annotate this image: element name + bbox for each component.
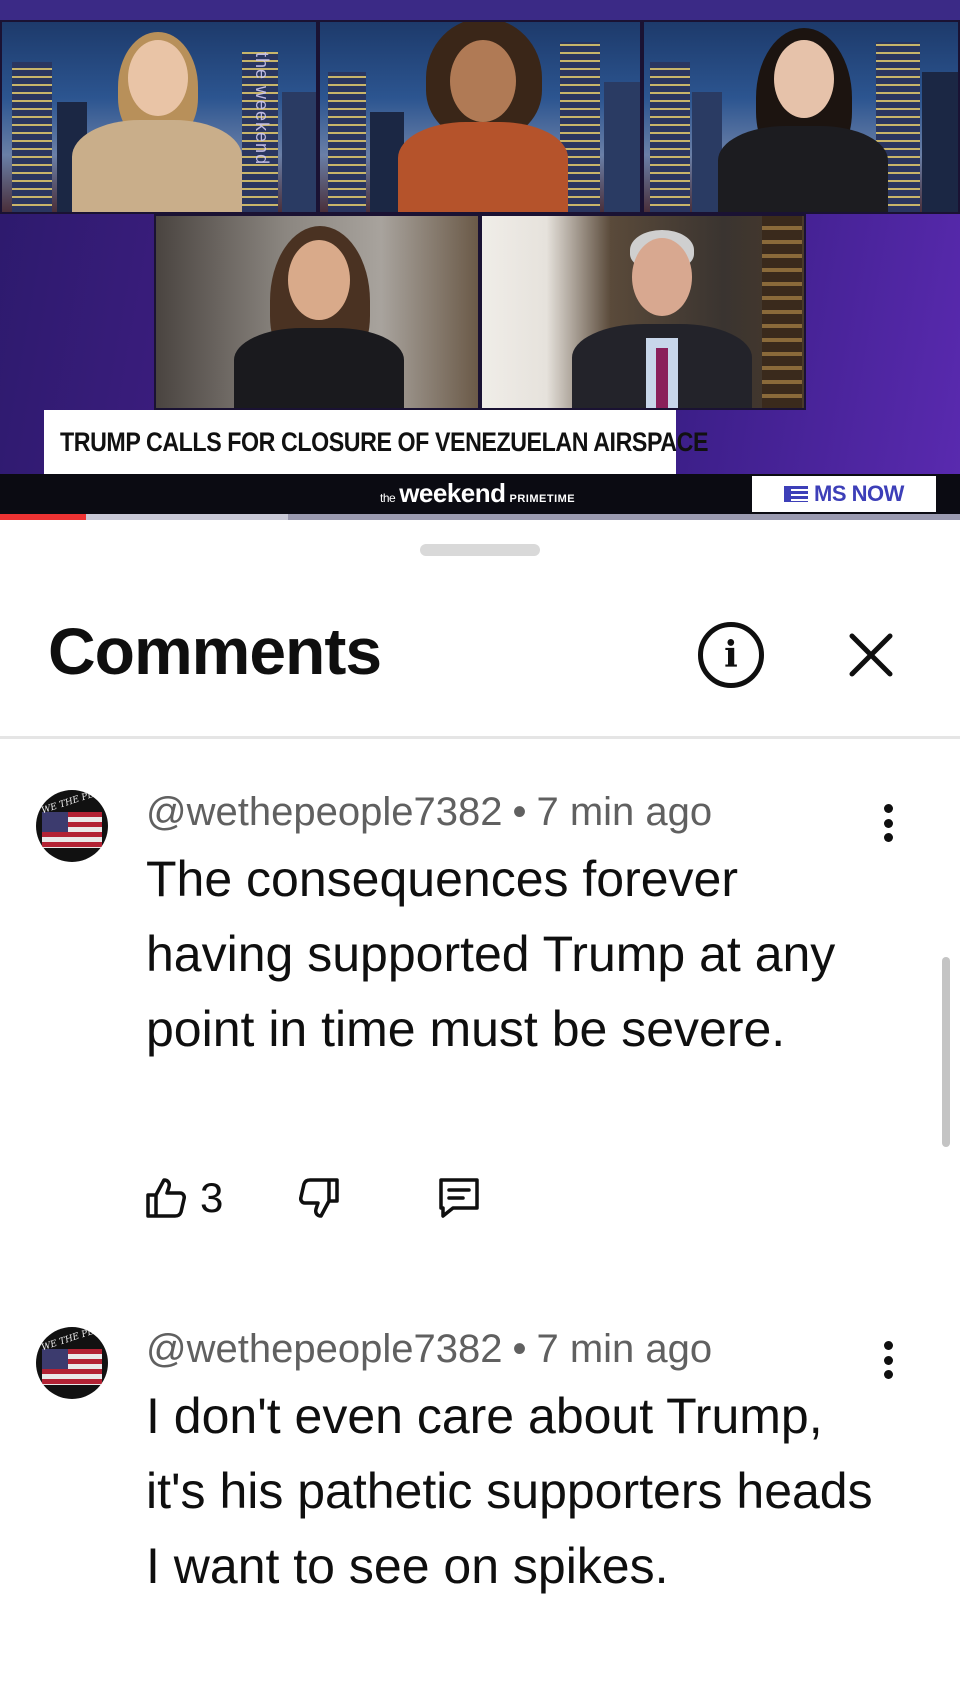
avatar[interactable]: WE THE PEOPLE — [36, 1327, 108, 1399]
video-tile-host-1: the weekend — [0, 20, 318, 214]
reply-icon — [439, 1178, 480, 1218]
comment-text: The consequences forever having supporte… — [146, 851, 836, 1057]
header-divider — [0, 736, 960, 739]
comment-meta: @wethepeople7382 • 7 min ago — [146, 790, 712, 835]
network-flag-icon — [784, 486, 809, 502]
more-vert-icon — [883, 1341, 893, 1350]
comments-title: Comments — [48, 614, 382, 688]
comments-sheet: Comments i WE THE PEOPLE @wethepeople738… — [0, 520, 960, 1687]
show-logo-prefix: the — [380, 491, 396, 505]
meta-separator: • — [512, 1327, 527, 1371]
show-logo: the weekend PRIMETIME — [380, 478, 575, 509]
scrollbar[interactable] — [942, 957, 950, 1147]
network-logo: MS NOW — [752, 476, 936, 512]
close-icon — [849, 633, 893, 677]
like-count: 3 — [200, 1174, 224, 1221]
thumb-down-icon — [299, 1178, 340, 1218]
video-tile-guest-1 — [154, 214, 480, 410]
video-tile-guest-2 — [480, 214, 806, 410]
drag-handle[interactable] — [420, 544, 540, 556]
comment-author[interactable]: @wethepeople7382 — [146, 1327, 502, 1371]
more-options-button[interactable] — [870, 798, 906, 848]
avatar[interactable]: WE THE PEOPLE — [36, 790, 108, 862]
side-tag: the weekend — [252, 52, 272, 166]
more-options-button[interactable] — [870, 1335, 906, 1385]
close-button[interactable] — [846, 630, 896, 680]
video-tile-host-2 — [318, 20, 642, 214]
thumb-up-icon — [146, 1178, 186, 1218]
network-name: MS NOW — [814, 481, 904, 506]
comment-text: I don't even care about Trump, it's his … — [146, 1388, 873, 1594]
comment-actions: 3 — [142, 1168, 485, 1228]
flag-icon — [42, 812, 102, 848]
video-player[interactable]: the weekend TRUMP CALLS FOR CLOSURE OF V… — [0, 0, 960, 520]
comment-meta: @wethepeople7382 • 7 min ago — [146, 1327, 712, 1372]
like-button[interactable]: 3 — [142, 1174, 223, 1222]
comment-author[interactable]: @wethepeople7382 — [146, 790, 502, 834]
flag-icon — [42, 1349, 102, 1385]
info-icon: i — [724, 634, 738, 676]
video-top-band — [0, 0, 960, 22]
broadcast-bar: the weekend PRIMETIME MS NOW — [0, 474, 960, 514]
dislike-button[interactable] — [295, 1174, 343, 1222]
meta-separator: • — [512, 790, 527, 834]
reply-button[interactable] — [433, 1172, 485, 1224]
info-button[interactable]: i — [698, 622, 764, 688]
show-logo-name: weekend — [399, 478, 506, 508]
more-vert-icon — [883, 804, 893, 813]
comment-time: 7 min ago — [536, 1327, 713, 1371]
chyron-text: TRUMP CALLS FOR CLOSURE OF VENEZUELAN AI… — [60, 426, 709, 457]
news-chyron: TRUMP CALLS FOR CLOSURE OF VENEZUELAN AI… — [44, 410, 708, 474]
video-tile-host-3 — [642, 20, 960, 214]
show-logo-suffix: PRIMETIME — [509, 493, 576, 505]
comment-time: 7 min ago — [536, 790, 713, 834]
